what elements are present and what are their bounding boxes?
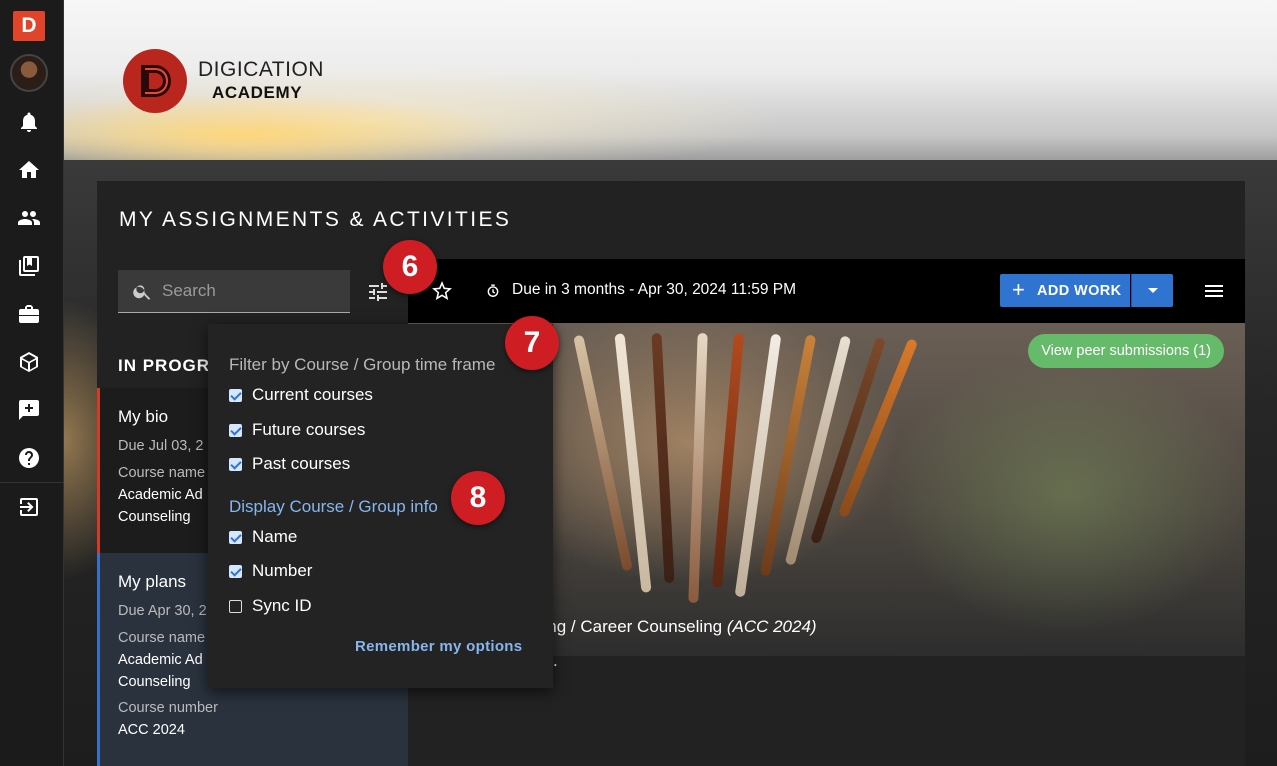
brush-graphic: [734, 333, 782, 598]
assignment-toolbar: Due in 3 months - Apr 30, 2024 11:59 PM …: [408, 259, 1245, 323]
logout-icon[interactable]: [17, 495, 41, 519]
search-input[interactable]: [162, 279, 342, 303]
groups-icon[interactable]: [17, 206, 41, 230]
assignment-due: Due Jul 03, 2: [118, 438, 204, 454]
feedback-add-icon[interactable]: [17, 398, 41, 422]
brand-subtitle: ACADEMY: [212, 83, 303, 102]
brush-graphic: [688, 332, 708, 604]
view-peer-submissions-button[interactable]: View peer submissions (1): [1028, 334, 1224, 368]
assignment-due: Due Apr 30, 2: [118, 603, 207, 619]
checkbox-label: Current courses: [252, 385, 373, 404]
checkbox-checked-icon: [229, 565, 242, 578]
callout-badge-7: 7: [505, 316, 559, 370]
callout-badge-8: 8: [451, 471, 505, 525]
briefcase-icon[interactable]: [17, 302, 41, 326]
course-name-label: Course name: [118, 465, 206, 481]
course-caption-text: sing / Career Counseling: [535, 617, 727, 636]
help-icon[interactable]: [17, 446, 41, 470]
checkbox-label: Future courses: [252, 420, 366, 439]
page-title: MY ASSIGNMENTS & ACTIVITIES: [119, 208, 512, 231]
due-date-text: Due in 3 months - Apr 30, 2024 11:59 PM: [512, 281, 797, 298]
course-caption: sing / Career Counseling (ACC 2024): [535, 617, 817, 637]
checkbox-checked-icon: [229, 458, 242, 471]
remember-options-button[interactable]: Remember my options: [355, 638, 522, 655]
brand-name: DIGICATION: [198, 58, 324, 81]
add-work-label: ADD WORK: [1037, 283, 1122, 299]
course-name-label: Course name: [118, 630, 206, 646]
search-icon: [133, 285, 151, 300]
checkbox-label: Number: [252, 561, 313, 580]
checkbox-label: Sync ID: [252, 596, 312, 615]
home-icon[interactable]: [17, 158, 41, 182]
display-info-heading: Display Course / Group info: [229, 497, 438, 516]
notifications-icon[interactable]: [17, 110, 41, 134]
checkbox-checked-icon: [229, 531, 242, 544]
add-work-dropdown-button[interactable]: [1131, 274, 1173, 307]
list-heading: IN PROGR: [118, 356, 211, 375]
rail-divider: [0, 482, 64, 483]
filter-options-button[interactable]: [366, 280, 390, 304]
search-box[interactable]: [118, 270, 350, 313]
checkbox-checked-icon: [229, 389, 242, 402]
course-code: (ACC 2024): [726, 617, 817, 636]
assignment-title: My plans: [118, 572, 187, 591]
cube-box-icon[interactable]: [17, 350, 41, 374]
caret-down-icon: [1148, 288, 1158, 293]
hamburger-menu-icon[interactable]: [1202, 279, 1226, 303]
course-name-value: Academic Ad Counseling: [118, 487, 203, 525]
user-avatar[interactable]: [10, 54, 48, 92]
course-number-value: ACC 2024: [118, 722, 185, 738]
tune-icon: [369, 283, 387, 301]
timeframe-filter-heading: Filter by Course / Group time frame: [229, 355, 496, 374]
checkbox-unchecked-icon: [229, 600, 242, 613]
portfolio-book-icon[interactable]: [17, 254, 41, 278]
assignment-title: My bio: [118, 407, 169, 426]
checkbox-checked-icon: [229, 424, 242, 437]
add-work-button[interactable]: + ADD WORK: [1000, 274, 1130, 307]
callout-badge-6: 6: [383, 240, 437, 294]
brush-graphic: [711, 333, 745, 588]
checkbox-label: Past courses: [252, 454, 351, 473]
brand-logo: [123, 49, 187, 113]
plus-icon: +: [1012, 277, 1026, 302]
course-number-label: Course number: [118, 700, 218, 716]
side-navigation-rail: D: [0, 0, 64, 766]
checkbox-label: Name: [252, 527, 298, 546]
brush-graphic: [651, 332, 675, 584]
course-name-value: Academic Ad Counseling: [118, 652, 203, 690]
star-favorite-icon[interactable]: [430, 279, 454, 303]
clock-icon: [487, 284, 499, 297]
app-logo[interactable]: D: [13, 11, 45, 41]
